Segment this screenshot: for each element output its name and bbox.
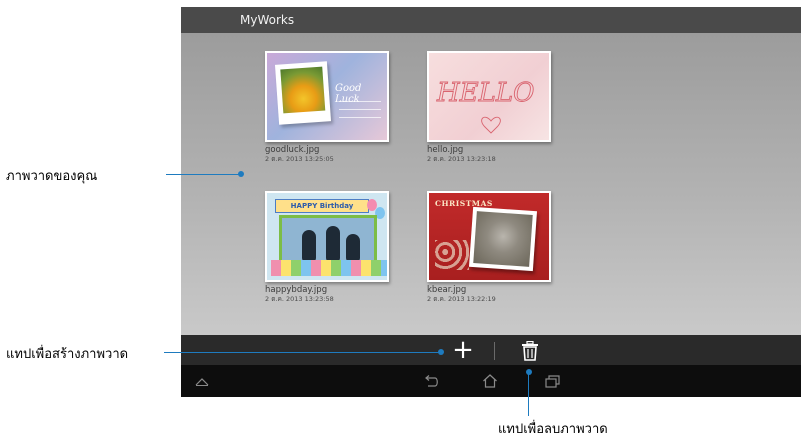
work-filename: kbear.jpg bbox=[427, 285, 467, 295]
photo-frame bbox=[468, 206, 538, 272]
penguin bbox=[302, 230, 316, 262]
work-thumbnail[interactable]: HAPPY Birthday bbox=[265, 191, 389, 282]
work-filename: happybday.jpg bbox=[265, 285, 328, 295]
action-divider bbox=[494, 342, 495, 360]
plus-icon: + bbox=[452, 335, 474, 365]
work-card-goodluck[interactable]: Good Luck goodluck.jpg 2 ต.ค. 2013 13:25… bbox=[265, 51, 389, 164]
home-icon[interactable] bbox=[482, 374, 498, 388]
work-card-happybday[interactable]: HAPPY Birthday happybday.jpg 2 ต.ค. 2013… bbox=[265, 191, 389, 304]
work-thumbnail[interactable]: CHRISTMAS bbox=[427, 191, 551, 282]
work-thumbnail[interactable]: Good Luck bbox=[265, 51, 389, 142]
annotation-dot bbox=[526, 369, 532, 375]
work-date: 2 ต.ค. 2013 13:25:05 bbox=[265, 155, 334, 163]
add-drawing-button[interactable]: + bbox=[451, 337, 475, 363]
ornament-pattern bbox=[435, 240, 469, 270]
trash-icon bbox=[522, 340, 538, 361]
note-line bbox=[339, 101, 381, 102]
work-filename: hello.jpg bbox=[427, 145, 464, 155]
work-date: 2 ต.ค. 2013 13:23:18 bbox=[427, 155, 496, 163]
title-bar: MyWorks bbox=[181, 7, 801, 33]
heart-doodle bbox=[481, 116, 501, 134]
up-chevron-icon[interactable] bbox=[195, 377, 209, 386]
koala-photo bbox=[473, 211, 533, 267]
tablet-screen: MyWorks Good Luck goodluck.jpg 2 ต.ค. 20… bbox=[181, 7, 801, 397]
work-thumbnail[interactable]: HELLO bbox=[427, 51, 551, 142]
work-card-kbear[interactable]: CHRISTMAS kbear.jpg 2 ต.ค. 2013 13:22:19 bbox=[427, 191, 551, 304]
system-nav-bar bbox=[181, 365, 801, 397]
app-title: MyWorks bbox=[240, 13, 295, 27]
note-line bbox=[339, 117, 381, 118]
back-icon[interactable] bbox=[423, 375, 439, 388]
work-card-hello[interactable]: HELLO hello.jpg 2 ต.ค. 2013 13:23:18 bbox=[427, 51, 551, 164]
work-filename: goodluck.jpg bbox=[265, 145, 320, 155]
annotation-line bbox=[528, 372, 529, 416]
work-date: 2 ต.ค. 2013 13:22:19 bbox=[427, 295, 496, 303]
photo-frame bbox=[274, 61, 332, 125]
annotation-line bbox=[164, 352, 442, 353]
work-date: 2 ต.ค. 2013 13:23:58 bbox=[265, 295, 334, 303]
works-gallery: Good Luck goodluck.jpg 2 ต.ค. 2013 13:25… bbox=[181, 33, 801, 335]
handwriting-drawing: HELLO bbox=[436, 78, 535, 134]
annotation-your-drawings: ภาพวาดของคุณ bbox=[6, 169, 98, 184]
action-bar: + bbox=[181, 335, 801, 365]
birthday-banner: HAPPY Birthday bbox=[275, 199, 369, 213]
hello-handwriting: HELLO bbox=[436, 78, 535, 108]
annotation-tap-to-delete: แทปเพื่อลบภาพวาด bbox=[498, 422, 608, 437]
tulip-photo bbox=[280, 66, 326, 114]
note-line bbox=[339, 109, 381, 110]
annotation-tap-to-create: แทปเพื่อสร้างภาพวาด bbox=[6, 347, 129, 362]
annotation-dot bbox=[238, 171, 244, 177]
annotation-dot bbox=[438, 349, 444, 355]
penguin bbox=[326, 226, 340, 262]
delete-drawing-button[interactable] bbox=[521, 340, 539, 361]
gift-boxes bbox=[271, 260, 387, 276]
annotation-line bbox=[166, 174, 242, 175]
penguin bbox=[346, 234, 360, 262]
recent-apps-icon[interactable] bbox=[545, 375, 560, 388]
